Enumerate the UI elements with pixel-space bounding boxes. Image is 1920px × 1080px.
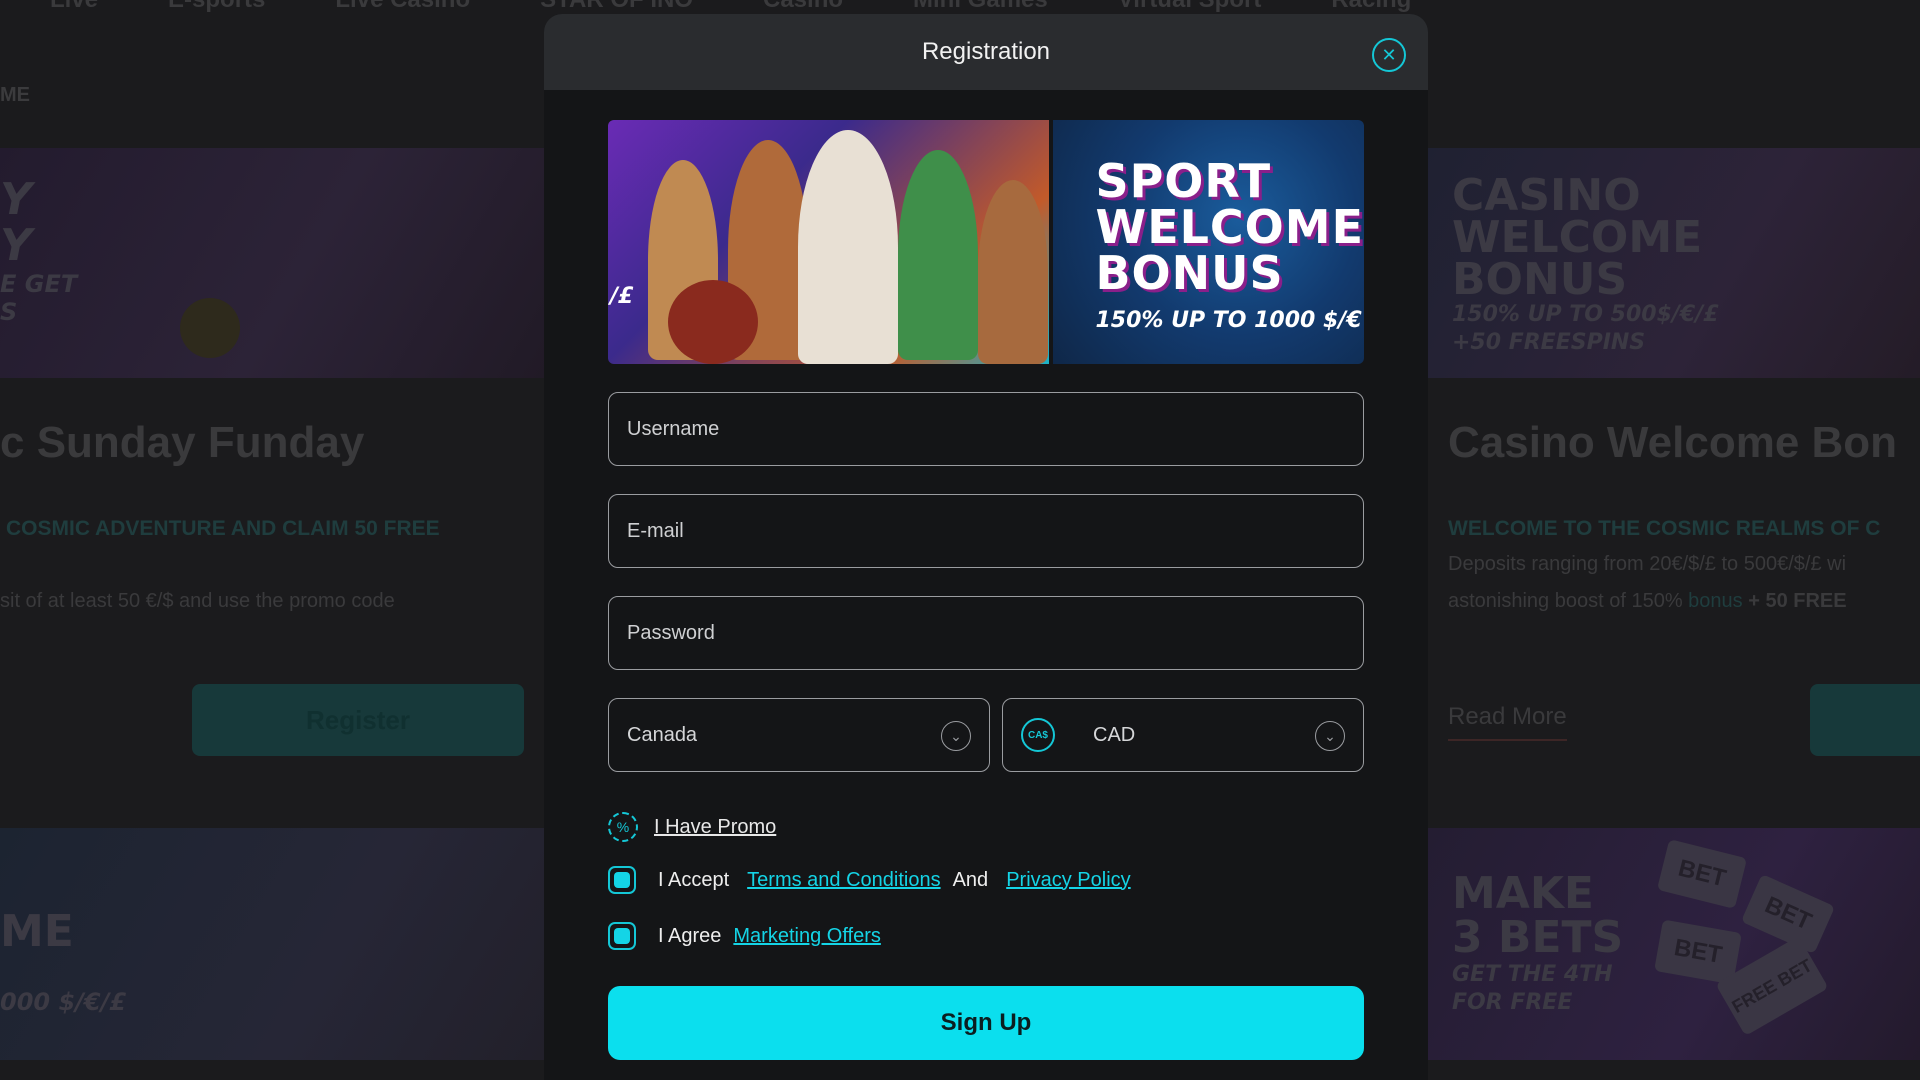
card-subtitle: WELCOME TO THE COSMIC REALMS OF C — [1448, 517, 1881, 540]
banner-left-text: /£ — [610, 284, 634, 309]
country-select[interactable]: Canada ⌄ — [608, 698, 990, 772]
promo-image-casino-welcome: CASINO WELCOME BONUS 150% UP TO 500$/€/£… — [1428, 148, 1920, 378]
modal-title: Registration — [921, 38, 1051, 65]
chevron-down-icon: ⌄ — [1315, 721, 1345, 751]
card-text-part: + 50 FREE — [1748, 590, 1847, 612]
currency-value: CAD — [1093, 723, 1136, 746]
terms-link[interactable]: Terms and Conditions — [747, 869, 940, 892]
helmet-figure — [668, 280, 758, 364]
card-text: astonishing boost of 150% bonus + 50 FRE… — [1448, 590, 1847, 613]
bonus-link[interactable]: bonus — [1688, 590, 1743, 612]
card-text: sit of at least 50 €/$ and use the promo… — [0, 590, 395, 612]
banner-line: BONUS — [1095, 246, 1284, 300]
username-input[interactable] — [627, 417, 1345, 441]
promo-text: GET THE 4TH — [1452, 962, 1613, 987]
card-text: Deposits ranging from 20€/$/£ to 500€/$/… — [1448, 553, 1847, 575]
sign-up-button[interactable]: Sign Up — [608, 986, 1364, 1060]
banner-text-panel: SPORT WELCOME BONUS 150% UP TO 1000 $/€ — [1053, 120, 1364, 364]
promo-image-make-bets: MAKE 3 BETS GET THE 4TH FOR FREE BET BET… — [1428, 828, 1920, 1060]
promo-image-sunday-funday: Y Y E GET S — [0, 148, 545, 378]
close-icon[interactable]: ✕ — [1372, 38, 1406, 72]
promo-text: Y — [0, 174, 32, 225]
promo-text: +50 FREESPINS — [1452, 330, 1646, 355]
banner-line: SPORT — [1095, 154, 1272, 208]
registration-modal: Registration ✕ /£ SPORT WELCOME BONUS 15… — [544, 14, 1428, 1080]
promo-text: FOR FREE — [1452, 990, 1573, 1015]
email-input[interactable] — [627, 519, 1345, 543]
bet-tag: BET — [1656, 839, 1748, 909]
email-field[interactable] — [608, 494, 1364, 568]
character-figure — [798, 130, 898, 364]
promo-text: E GET — [0, 270, 78, 298]
password-input[interactable] — [627, 621, 1345, 645]
promo-percent-icon: % — [608, 812, 638, 842]
marketing-row: I Agree Marketing Offers — [608, 922, 893, 950]
sport-welcome-bonus-banner: /£ SPORT WELCOME BONUS 150% UP TO 1000 $… — [608, 120, 1364, 364]
read-more-link[interactable]: Read More — [1448, 703, 1567, 741]
promo-text: ME — [0, 906, 74, 957]
character-figure — [978, 180, 1048, 364]
character-figure — [898, 150, 978, 360]
card-subtitle: COSMIC ADVENTURE AND CLAIM 50 FREE — [6, 517, 440, 540]
terms-row: I Accept Terms and Conditions And Privac… — [608, 866, 1143, 894]
card-text-part: astonishing boost of 150% — [1448, 590, 1683, 612]
promo-text: S — [0, 298, 18, 326]
promo-text: 000 $/€/£ — [0, 988, 127, 1016]
nav-item-live[interactable]: Live — [50, 0, 98, 16]
promo-toggle[interactable]: % I Have Promo — [608, 812, 776, 842]
promo-link[interactable]: I Have Promo — [654, 816, 776, 839]
card-title: Casino Welcome Bon — [1448, 418, 1898, 467]
promo-image-bottom-left: ME 000 $/€/£ — [0, 828, 545, 1060]
banner-characters-image: /£ — [608, 120, 1050, 364]
terms-checkbox[interactable] — [608, 866, 636, 894]
marketing-link[interactable]: Marketing Offers — [733, 925, 880, 948]
breadcrumb: ME — [0, 84, 30, 106]
and-label: And — [952, 868, 989, 891]
country-value: Canada — [627, 723, 698, 746]
currency-select[interactable]: CA$ CAD ⌄ — [1002, 698, 1364, 772]
promo-text: 3 BETS — [1452, 912, 1624, 963]
promo-text: BONUS — [1452, 254, 1628, 305]
chevron-down-icon: ⌄ — [941, 721, 971, 751]
banner-subtext: 150% UP TO 1000 $/€ — [1095, 308, 1362, 333]
promo-text: Y — [0, 220, 32, 271]
marketing-checkbox[interactable] — [608, 922, 636, 950]
agree-label: I Agree — [658, 924, 722, 947]
password-field[interactable] — [608, 596, 1364, 670]
modal-header: Registration ✕ — [544, 14, 1428, 90]
currency-icon: CA$ — [1021, 718, 1055, 752]
nav-item-esports[interactable]: E-sports — [168, 0, 265, 16]
register-button-partial[interactable] — [1810, 684, 1920, 756]
username-field[interactable] — [608, 392, 1364, 466]
promo-text: 150% UP TO 500$/€/£ — [1452, 302, 1719, 327]
register-button[interactable]: Register — [192, 684, 524, 756]
rocket-icon — [180, 298, 240, 358]
nav-item-live-casino[interactable]: Live Casino — [335, 0, 470, 16]
banner-line: WELCOME — [1095, 200, 1364, 254]
promo-text: MAKE — [1452, 868, 1594, 919]
card-title: c Sunday Funday — [0, 418, 365, 467]
accept-label: I Accept — [658, 868, 730, 891]
privacy-link[interactable]: Privacy Policy — [1006, 869, 1130, 892]
